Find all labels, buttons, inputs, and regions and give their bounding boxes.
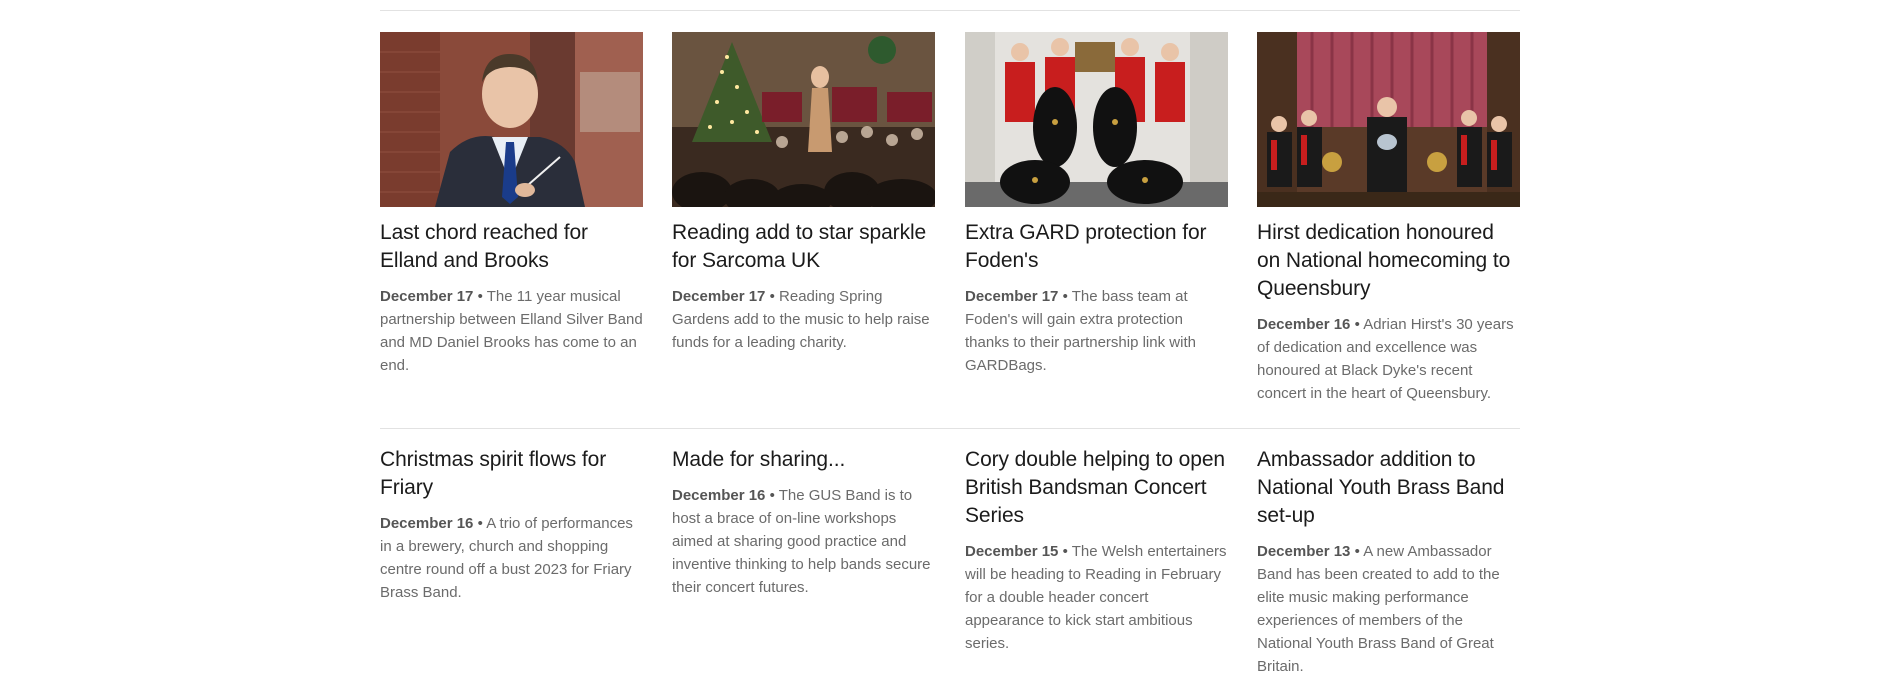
- article-excerpt: December 13 • A new Ambassador Band has …: [1257, 540, 1520, 678]
- band-presentation-photo[interactable]: [1257, 32, 1520, 207]
- conductor-portrait-photo[interactable]: [380, 32, 643, 207]
- news-card: Last chord reached for Elland and Brooks…: [380, 32, 643, 377]
- article-date: December 17: [672, 288, 766, 305]
- separator: •: [477, 288, 483, 305]
- article-date: December 15: [965, 543, 1059, 560]
- news-card: Made for sharing... December 16 • The GU…: [672, 446, 935, 599]
- row-divider: [380, 428, 1520, 429]
- news-card: Extra GARD protection for Foden's Decemb…: [965, 32, 1228, 377]
- article-excerpt: December 16 • Adrian Hirst's 30 years of…: [1257, 313, 1520, 405]
- news-card: Cory double helping to open British Band…: [965, 446, 1228, 655]
- article-date: December 16: [672, 487, 766, 504]
- article-summary: A new Ambassador Band has been created t…: [1257, 543, 1500, 675]
- article-title[interactable]: Reading add to star sparkle for Sarcoma …: [672, 219, 935, 275]
- separator: •: [477, 515, 483, 532]
- article-date: December 16: [380, 515, 474, 532]
- article-title[interactable]: Cory double helping to open British Band…: [965, 446, 1228, 530]
- separator: •: [1062, 543, 1068, 560]
- article-excerpt: December 17 • The 11 year musical partne…: [380, 285, 643, 377]
- news-card: Hirst dedication honoured on National ho…: [1257, 32, 1520, 405]
- separator: •: [769, 288, 775, 305]
- separator: •: [1354, 316, 1360, 333]
- separator: •: [769, 487, 775, 504]
- article-title[interactable]: Extra GARD protection for Foden's: [965, 219, 1228, 275]
- article-title[interactable]: Hirst dedication honoured on National ho…: [1257, 219, 1520, 303]
- article-excerpt: December 16 • The GUS Band is to host a …: [672, 484, 935, 599]
- separator: •: [1062, 288, 1068, 305]
- christmas-concert-photo[interactable]: [672, 32, 935, 207]
- news-card: Christmas spirit flows for Friary Decemb…: [380, 446, 643, 604]
- article-date: December 17: [380, 288, 474, 305]
- article-excerpt: December 17 • Reading Spring Gardens add…: [672, 285, 935, 354]
- top-divider: [380, 10, 1520, 11]
- article-excerpt: December 15 • The Welsh entertainers wil…: [965, 540, 1228, 655]
- article-excerpt: December 16 • A trio of performances in …: [380, 512, 643, 604]
- article-date: December 16: [1257, 316, 1351, 333]
- separator: •: [1354, 543, 1360, 560]
- article-title[interactable]: Last chord reached for Elland and Brooks: [380, 219, 643, 275]
- news-card: Reading add to star sparkle for Sarcoma …: [672, 32, 935, 354]
- bass-players-gardbags-photo[interactable]: [965, 32, 1228, 207]
- news-card: Ambassador addition to National Youth Br…: [1257, 446, 1520, 678]
- article-title[interactable]: Ambassador addition to National Youth Br…: [1257, 446, 1520, 530]
- article-date: December 17: [965, 288, 1059, 305]
- article-title[interactable]: Made for sharing...: [672, 446, 935, 474]
- article-title[interactable]: Christmas spirit flows for Friary: [380, 446, 643, 502]
- article-excerpt: December 17 • The bass team at Foden's w…: [965, 285, 1228, 377]
- article-date: December 13: [1257, 543, 1351, 560]
